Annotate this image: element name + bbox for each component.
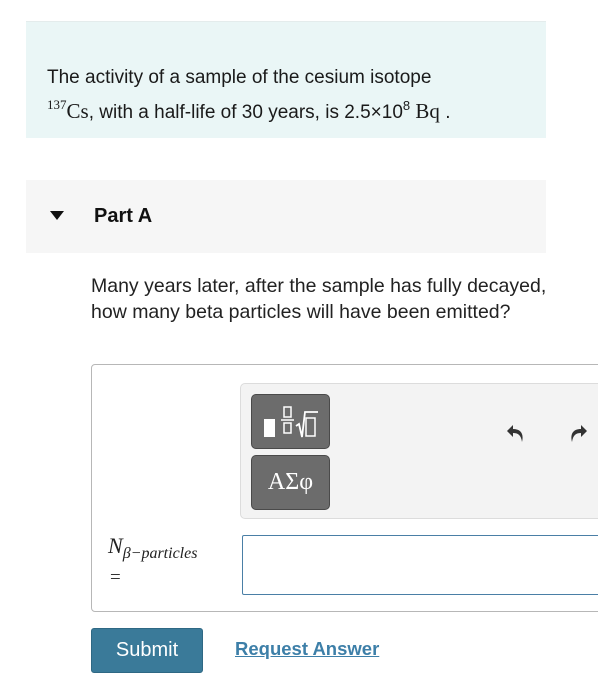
intro-text-mid: , with a half-life of 30 years, is 2.5×1… [88,102,403,123]
templates-button[interactable] [251,394,330,449]
variable-symbol: N [108,533,123,558]
activity-exponent: 8 [402,98,411,113]
part-a-header[interactable]: Part A [26,180,546,253]
problem-intro: The activity of a sample of the cesium i… [26,22,546,138]
answer-input[interactable] [242,535,598,595]
submit-button[interactable]: Submit [91,628,203,673]
activity-unit: Bq [415,99,440,123]
variable-subscript: β−particles [122,545,198,562]
request-answer-link[interactable]: Request Answer [235,638,379,660]
math-toolbar: ΑΣφ [240,383,598,519]
equals-sign: = [110,567,121,588]
question-text: Many years later, after the sample has f… [91,275,547,323]
undo-icon[interactable] [503,420,529,446]
intro-text: The activity of a sample of the cesium i… [47,64,527,126]
fraction-radical-icon [263,405,318,437]
intro-period: . [445,102,451,123]
isotope-mass-number: 137 [47,97,67,112]
answer-variable-label: Nβ−particles [108,533,197,563]
greek-symbols-button[interactable]: ΑΣφ [251,455,330,510]
intro-text-start: The activity of a sample of the cesium i… [47,67,432,88]
part-title: Part A [94,205,153,227]
isotope-symbol: Cs [66,99,89,123]
answer-area: ΑΣφ Nβ−particles = [91,364,598,612]
redo-icon[interactable] [565,420,591,446]
collapse-caret-icon[interactable] [50,211,64,220]
